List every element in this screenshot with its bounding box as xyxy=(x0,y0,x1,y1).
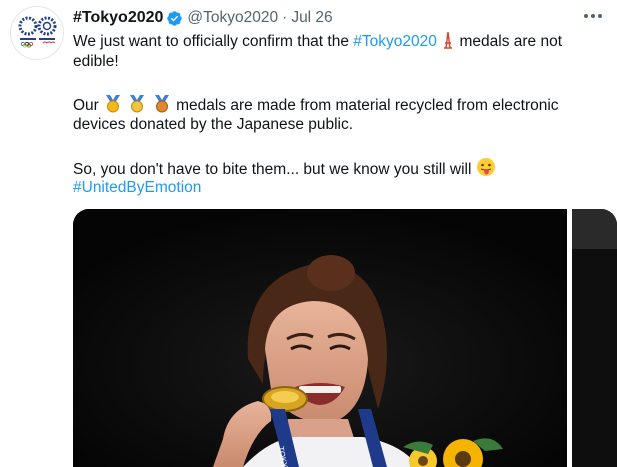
bronze-medal-emoji xyxy=(154,95,169,113)
tweet-text-line-2: edible! xyxy=(73,53,119,70)
verified-badge-icon xyxy=(166,10,183,27)
medal-emojis xyxy=(103,95,176,114)
face-with-tongue-emoji xyxy=(476,158,495,176)
tweet-text-line-1: We just want to officially confirm that … xyxy=(73,31,562,52)
text-segment: So, you don't have to bite them... but w… xyxy=(73,161,472,178)
tweet-text-line-3: Our medals are made from material recycl… xyxy=(73,94,559,116)
olympic-paralympic-emblem-icon xyxy=(18,16,57,48)
tweet-text-line-4: devices donated by the Japanese public. xyxy=(73,116,354,133)
athlete-biting-gold-medal-photo: TOKYO xyxy=(73,209,567,467)
second-photo-icon xyxy=(572,209,617,467)
silver-medal-emoji xyxy=(130,95,145,113)
tokyo-tower-emoji xyxy=(444,31,453,49)
gold-medal-emoji xyxy=(106,95,121,113)
text-segment: medals are not xyxy=(455,33,563,50)
tweet-photo-secondary[interactable] xyxy=(572,209,617,467)
hashtag-tokyo2020-link[interactable]: #Tokyo2020 xyxy=(353,33,437,50)
user-handle[interactable]: @Tokyo2020 xyxy=(187,9,278,27)
display-name[interactable]: #Tokyo2020 xyxy=(73,9,163,27)
tweet-date[interactable]: Jul 26 xyxy=(291,9,332,27)
tweet-text-line-5: So, you don't have to bite them... but w… xyxy=(73,157,496,180)
hashtag-unitedbyemotion-link[interactable]: #UnitedByEmotion xyxy=(73,178,201,198)
tweet-header: #Tokyo2020 @Tokyo2020 · Jul 26 xyxy=(73,8,333,28)
separator-dot: · xyxy=(282,9,288,26)
text-segment: Our xyxy=(73,97,104,114)
more-options-icon[interactable] xyxy=(580,6,606,26)
tweet-photo[interactable]: TOKYO xyxy=(73,209,567,467)
text-segment: medals are made from material recycled f… xyxy=(176,97,559,114)
text-segment: We just want to officially confirm that … xyxy=(73,33,354,50)
avatar[interactable] xyxy=(10,6,64,60)
